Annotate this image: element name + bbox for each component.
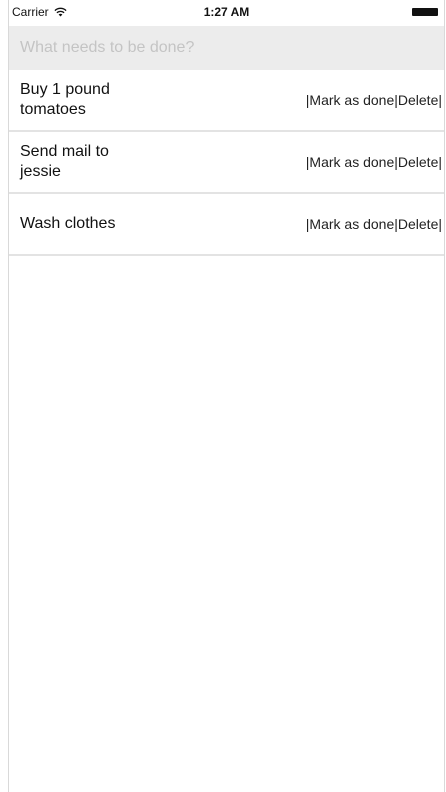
mark-done-button[interactable]: Mark as done bbox=[309, 154, 394, 170]
new-todo-bar bbox=[9, 26, 444, 70]
battery-icon bbox=[412, 8, 438, 16]
separator: | bbox=[438, 92, 442, 108]
new-todo-input[interactable] bbox=[9, 26, 444, 70]
todo-actions: | Mark as done | Delete | bbox=[306, 216, 442, 232]
app-frame: Carrier 1:27 AM Buy 1 pound tomatoes | M… bbox=[8, 0, 445, 792]
separator: | bbox=[438, 216, 442, 232]
todo-item: Buy 1 pound tomatoes | Mark as done | De… bbox=[9, 70, 444, 132]
todo-text: Wash clothes bbox=[20, 215, 116, 232]
separator: | bbox=[438, 154, 442, 170]
delete-button[interactable]: Delete bbox=[398, 216, 438, 232]
status-bar: Carrier 1:27 AM bbox=[9, 0, 444, 26]
mark-done-button[interactable]: Mark as done bbox=[309, 216, 394, 232]
todo-item: Send mail to jessie | Mark as done | Del… bbox=[9, 132, 444, 194]
todo-text: Send mail to jessie bbox=[20, 143, 109, 180]
todo-item: Wash clothes | Mark as done | Delete | bbox=[9, 194, 444, 256]
todo-actions: | Mark as done | Delete | bbox=[306, 92, 442, 108]
todo-actions: | Mark as done | Delete | bbox=[306, 154, 442, 170]
delete-button[interactable]: Delete bbox=[398, 154, 438, 170]
status-time: 1:27 AM bbox=[203, 5, 250, 19]
todo-text: Buy 1 pound tomatoes bbox=[20, 81, 110, 118]
todo-list: Buy 1 pound tomatoes | Mark as done | De… bbox=[9, 70, 444, 256]
mark-done-button[interactable]: Mark as done bbox=[309, 92, 394, 108]
delete-button[interactable]: Delete bbox=[398, 92, 438, 108]
